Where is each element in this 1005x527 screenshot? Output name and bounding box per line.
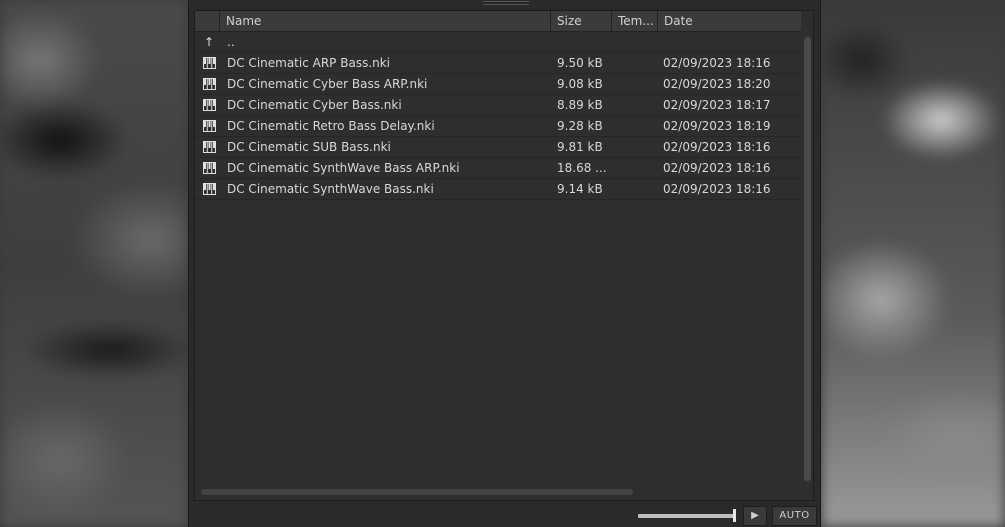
horizontal-scrollbar[interactable] [201,489,633,495]
file-size: 9.14 kB [557,182,603,196]
screen: Name Size Tem... Date ↑ .. DC Cinematic … [0,0,1005,527]
file-size: 9.28 kB [557,119,603,133]
file-date: 02/09/2023 18:16 [663,56,771,70]
file-date: 02/09/2023 18:16 [663,182,771,196]
file-date: 02/09/2023 18:17 [663,98,771,112]
auto-button[interactable]: AUTO [772,506,817,526]
file-name: DC Cinematic Retro Bass Delay.nki [227,119,435,133]
file-size: 18.68 ... [557,161,607,175]
instrument-icon [203,162,216,174]
instrument-icon [203,78,216,90]
file-name: DC Cinematic Cyber Bass ARP.nki [227,77,428,91]
file-row[interactable]: DC Cinematic SynthWave Bass.nki 9.14 kB 02… [195,179,801,200]
play-button[interactable]: ▶ [743,506,767,526]
instrument-icon [203,141,216,153]
parent-folder-label: .. [227,35,235,49]
file-date: 02/09/2023 18:16 [663,140,771,154]
file-size: 8.89 kB [557,98,603,112]
file-name: DC Cinematic Cyber Bass.nki [227,98,402,112]
file-row[interactable]: DC Cinematic SynthWave Bass ARP.nki 18.68… [195,158,801,179]
preview-volume-handle[interactable] [733,509,736,522]
instrument-icon [203,57,216,69]
file-list: Name Size Tem... Date ↑ .. DC Cinematic … [194,10,814,501]
blurred-background-right [821,0,1005,527]
column-tempo-header[interactable]: Tem... [611,11,657,31]
file-name: DC Cinematic ARP Bass.nki [227,56,391,70]
column-date-header[interactable]: Date [657,11,801,31]
header-icon-column [195,11,219,31]
file-row[interactable]: DC Cinematic Cyber Bass ARP.nki 9.08 kB 02… [195,74,801,95]
vertical-scrollbar[interactable] [804,37,811,481]
column-size-header[interactable]: Size [550,11,611,31]
file-row[interactable]: DC Cinematic ARP Bass.nki 9.50 kB 02/09/20… [195,53,801,74]
file-browser-panel: Name Size Tem... Date ↑ .. DC Cinematic … [188,0,821,527]
file-date: 02/09/2023 18:20 [663,77,771,91]
file-date: 02/09/2023 18:19 [663,119,771,133]
play-icon: ▶ [751,510,759,521]
panel-resize-handle[interactable] [483,1,529,5]
preview-volume-slider[interactable] [638,514,734,518]
file-row[interactable]: DC Cinematic Cyber Bass.nki 8.89 kB 02/09/… [195,95,801,116]
blurred-background-left [0,0,188,527]
file-name: DC Cinematic SUB Bass.nki [227,140,391,154]
instrument-icon [203,120,216,132]
file-name: DC Cinematic SynthWave Bass ARP.nki [227,161,460,175]
up-arrow-icon: ↑ [204,35,215,49]
parent-folder-row[interactable]: ↑ .. [195,32,801,53]
file-size: 9.08 kB [557,77,603,91]
column-name-header[interactable]: Name [219,11,550,31]
instrument-icon [203,99,216,111]
instrument-icon [203,183,216,195]
file-row[interactable]: DC Cinematic Retro Bass Delay.nki 9.28 kB… [195,116,801,137]
column-header: Name Size Tem... Date [195,11,801,32]
file-row[interactable]: DC Cinematic SUB Bass.nki 9.81 kB 02/09/20… [195,137,801,158]
file-size: 9.50 kB [557,56,603,70]
file-size: 9.81 kB [557,140,603,154]
file-name: DC Cinematic SynthWave Bass.nki [227,182,434,196]
file-date: 02/09/2023 18:16 [663,161,771,175]
